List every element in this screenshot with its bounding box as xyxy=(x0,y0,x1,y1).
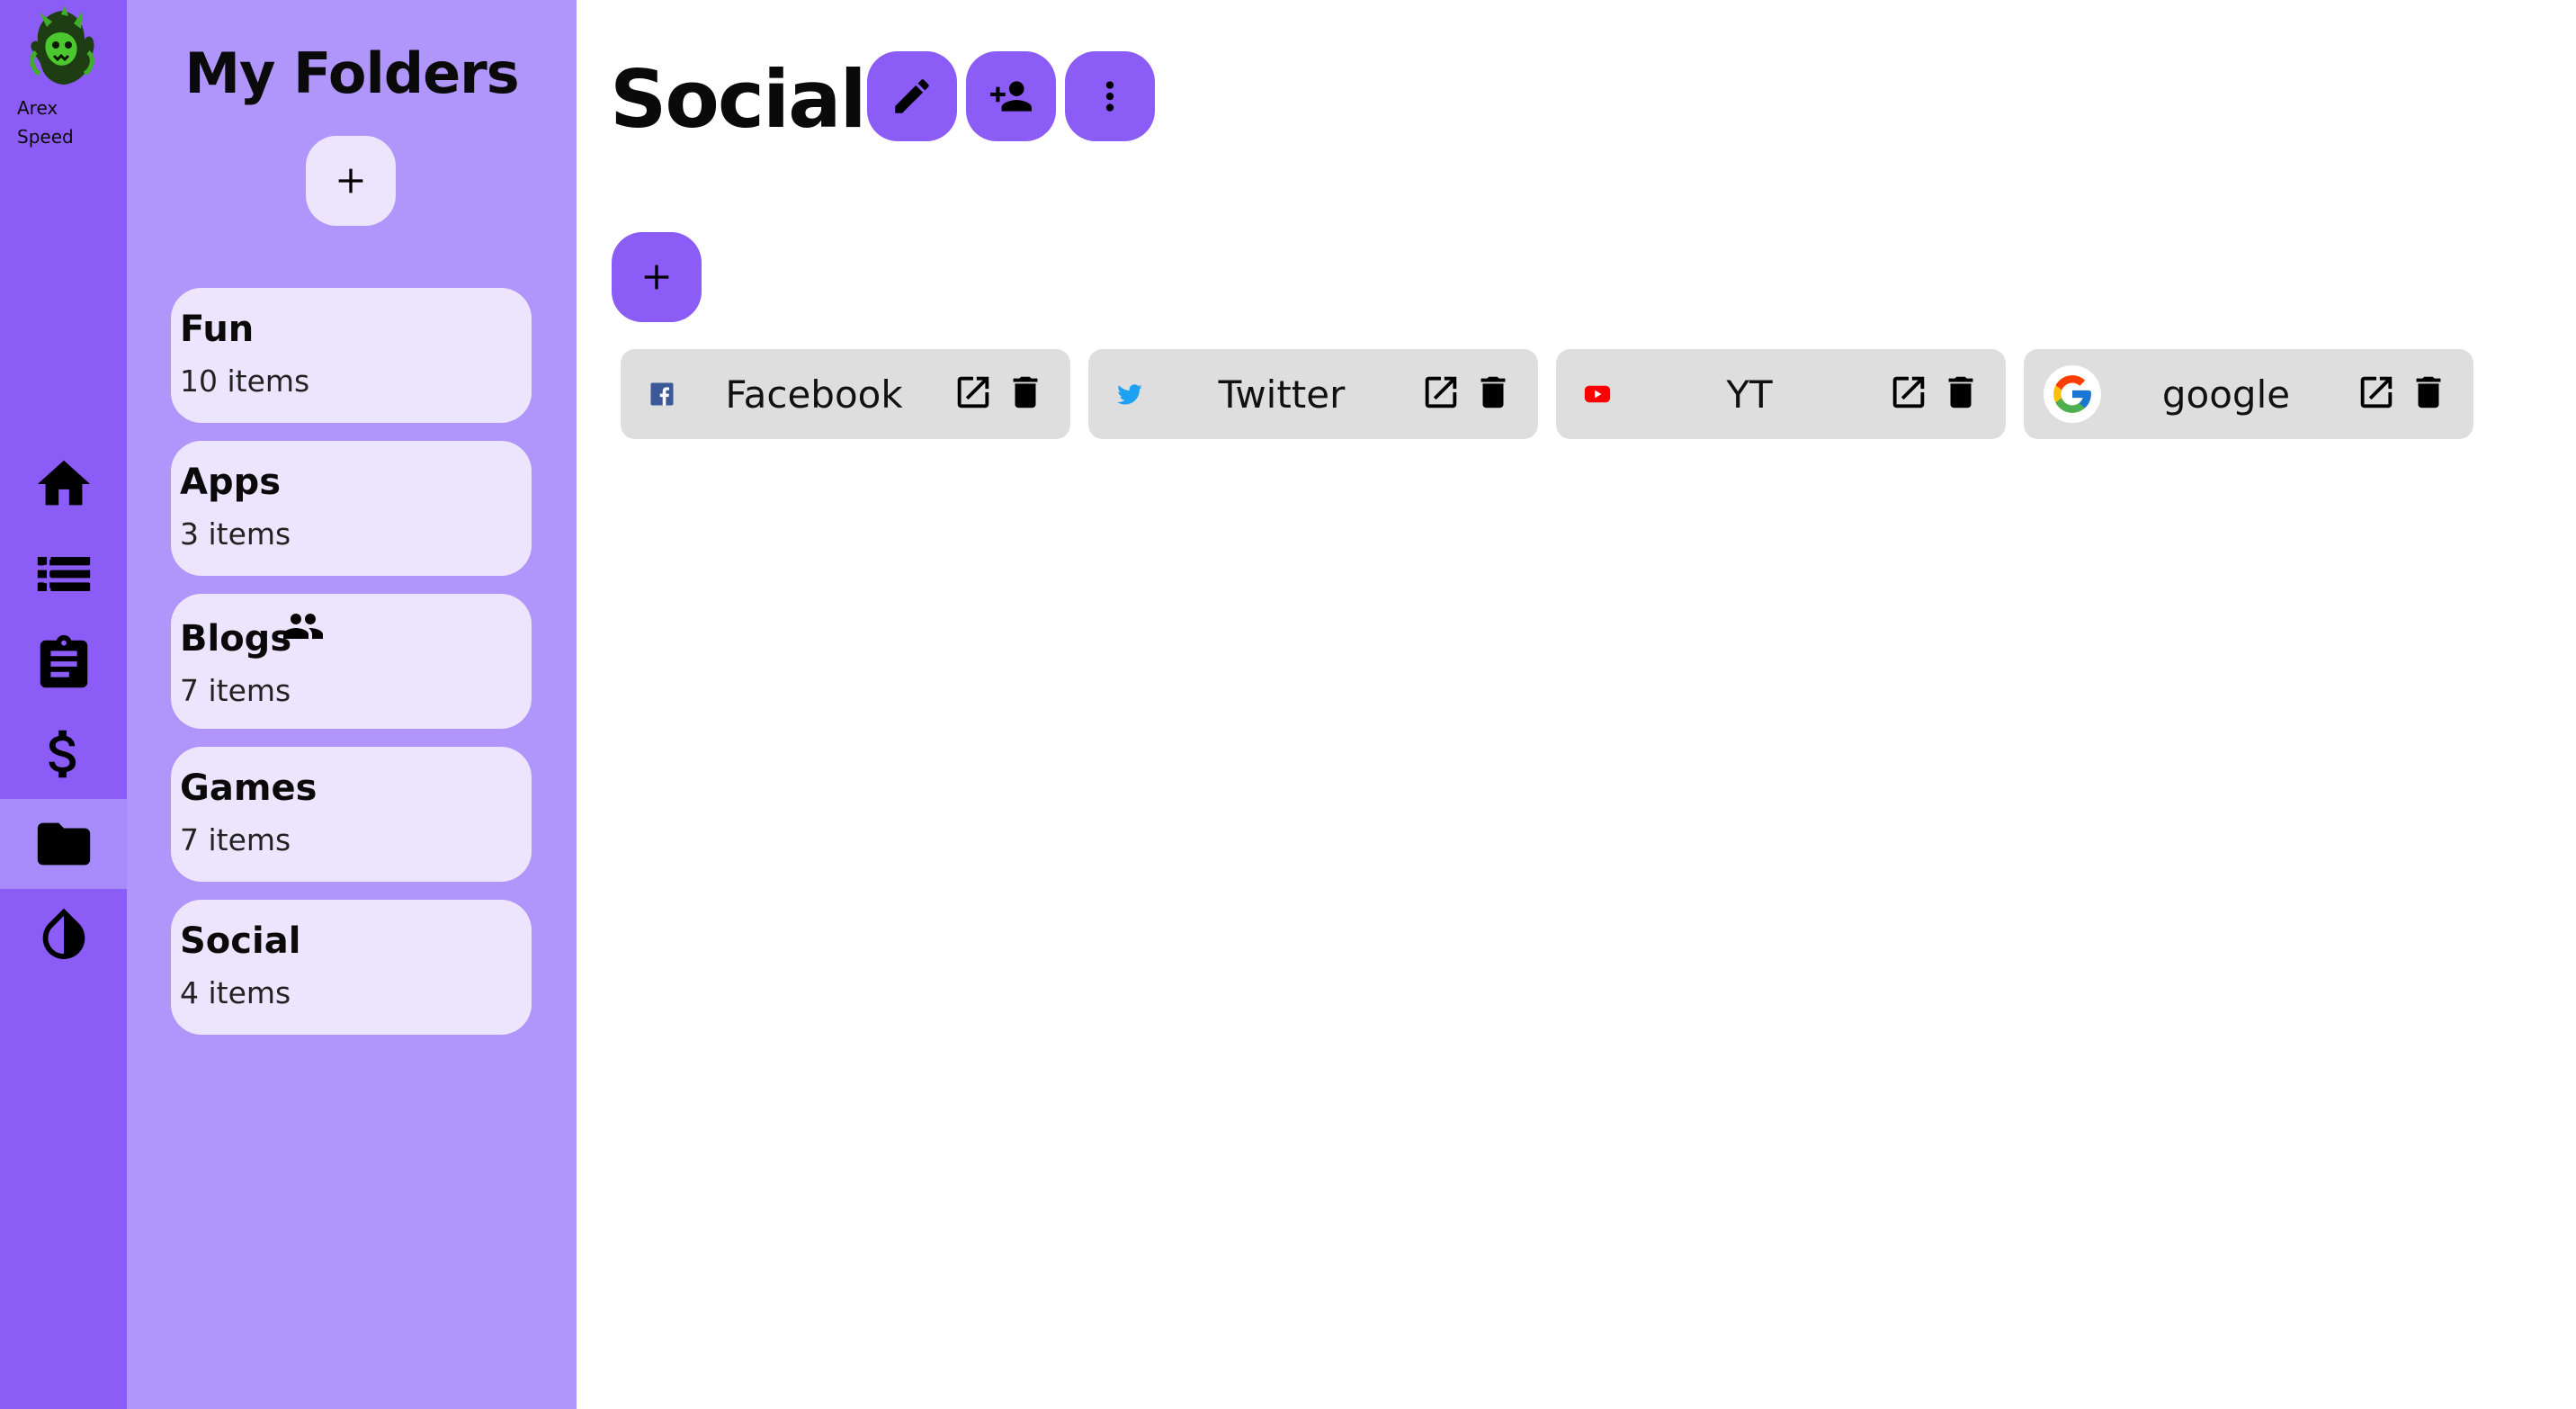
open-external-icon[interactable] xyxy=(1885,369,1932,416)
folder-card-apps[interactable]: Apps 3 items xyxy=(171,441,532,576)
folder-item-count: 7 items xyxy=(180,673,291,708)
link-label[interactable]: google xyxy=(2105,349,2348,439)
more-vertical-icon xyxy=(1105,81,1114,112)
trash-icon[interactable] xyxy=(2405,369,2452,416)
dollar-icon xyxy=(48,730,76,778)
twitter-icon xyxy=(1105,369,1155,419)
contrast-drop-icon xyxy=(42,908,85,959)
add-link-button[interactable] xyxy=(612,232,702,322)
folder-card-blogs[interactable]: Blogs 7 items xyxy=(171,594,532,729)
pencil-icon xyxy=(895,79,929,113)
link-card-facebook: Facebook xyxy=(621,349,1070,439)
open-external-icon[interactable] xyxy=(2353,369,2400,416)
folder-item-count: 10 items xyxy=(180,363,310,399)
link-card-google: google xyxy=(2024,349,2473,439)
folder-name: Fun xyxy=(180,309,255,350)
more-options-button[interactable] xyxy=(1065,51,1155,141)
folder-item-count: 4 items xyxy=(180,975,291,1010)
youtube-icon xyxy=(1572,369,1623,419)
folder-item-count: 3 items xyxy=(180,516,291,552)
edit-folder-button[interactable] xyxy=(867,51,957,141)
folder-card-fun[interactable]: Fun 10 items xyxy=(171,288,532,423)
folders-panel: My Folders Fun 10 items Apps 3 items Blo… xyxy=(127,0,577,1409)
link-label[interactable]: Twitter xyxy=(1160,349,1403,439)
link-card-twitter: Twitter xyxy=(1088,349,1538,439)
home-icon xyxy=(37,460,90,506)
folder-card-social[interactable]: Social 4 items xyxy=(171,900,532,1035)
trash-icon[interactable] xyxy=(1470,369,1516,416)
nav-rail: Arex Speed xyxy=(0,0,127,1409)
open-external-icon[interactable] xyxy=(950,369,997,416)
app-root: Arex Speed My Folders Fun 10 items Apps … xyxy=(0,0,2576,1409)
folder-name: Social xyxy=(180,920,301,962)
add-person-icon xyxy=(990,81,1032,112)
page-title: Social xyxy=(610,53,867,146)
user-first-name: Arex xyxy=(17,97,58,119)
facebook-icon xyxy=(637,369,687,419)
clipboard-icon xyxy=(40,634,87,688)
folder-name: Apps xyxy=(180,462,282,503)
folder-name: Blogs xyxy=(180,618,292,660)
plus-icon xyxy=(644,265,669,290)
folder-item-count: 7 items xyxy=(180,822,291,857)
link-card-yt: YT xyxy=(1556,349,2006,439)
user-name: Arex Speed xyxy=(17,94,116,151)
trash-icon[interactable] xyxy=(1937,369,1984,416)
link-label[interactable]: YT xyxy=(1628,349,1871,439)
folder-icon xyxy=(37,822,90,866)
trash-icon[interactable] xyxy=(1002,369,1049,416)
link-label[interactable]: Facebook xyxy=(693,349,935,439)
share-folder-button[interactable] xyxy=(966,51,1056,141)
folders-title: My Folders xyxy=(184,40,519,106)
nav-folders[interactable] xyxy=(0,799,127,889)
folder-card-games[interactable]: Games 7 items xyxy=(171,747,532,882)
add-folder-button[interactable] xyxy=(306,136,396,226)
nav-home[interactable] xyxy=(0,439,127,529)
nav-money[interactable] xyxy=(0,709,127,799)
list-icon xyxy=(37,557,90,591)
people-icon xyxy=(282,605,325,648)
open-external-icon[interactable] xyxy=(1418,369,1464,416)
nav-clipboard[interactable] xyxy=(0,619,127,709)
plus-icon xyxy=(338,168,363,193)
google-icon xyxy=(2044,365,2101,423)
dragon-avatar-icon xyxy=(20,4,104,88)
folder-name: Games xyxy=(180,767,318,809)
avatar[interactable] xyxy=(20,4,104,88)
user-last-name: Speed xyxy=(17,126,74,148)
nav-theme[interactable] xyxy=(0,889,127,979)
nav-list[interactable] xyxy=(0,529,127,619)
